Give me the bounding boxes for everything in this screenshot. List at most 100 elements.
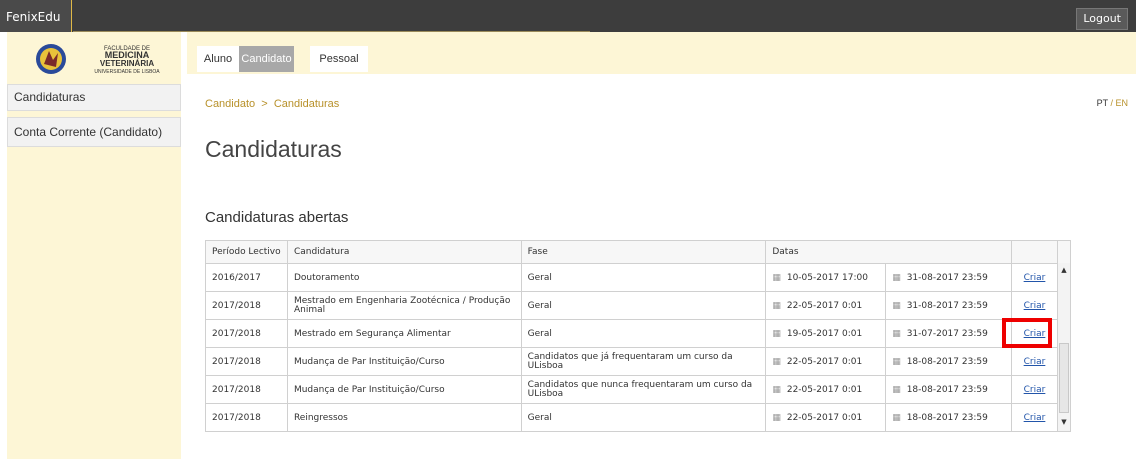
calendar-icon: ▦	[772, 384, 781, 395]
cell-period: 2016/2017	[205, 263, 288, 292]
cell-period-text: 2017/2018	[212, 356, 261, 367]
top-bar: FenixEdu Logout	[0, 0, 1136, 32]
cell-candidatura: Mudança de Par Instituição/Curso	[286, 347, 522, 376]
highlight-box	[1002, 318, 1052, 348]
cell-period: 2017/2018	[205, 347, 288, 376]
calendar-icon: ▦	[892, 300, 901, 311]
cell-candidatura-text: Mudança de Par Instituição/Curso	[293, 384, 445, 395]
lang-pt[interactable]: PT	[1097, 98, 1108, 108]
breadcrumb-current[interactable]: Candidaturas	[274, 98, 339, 110]
cell-period-text: 2017/2018	[212, 384, 261, 395]
cell-date-start: ▦ 10-05-2017 17:00	[765, 263, 887, 292]
lang-separator: /	[1110, 98, 1113, 108]
cell-fase: Geral	[520, 291, 767, 320]
breadcrumb-parent[interactable]: Candidato	[205, 98, 255, 110]
cell-candidatura-text: Doutoramento	[293, 272, 360, 283]
scroll-down-icon[interactable]: ▼	[1059, 418, 1069, 428]
date-end: 18-08-2017 23:59	[906, 412, 988, 423]
cell-date-start: ▦ 22-05-2017 0:01	[765, 347, 887, 376]
sidebar-item-candidaturas[interactable]: Candidaturas	[7, 84, 181, 111]
tab-aluno[interactable]: Aluno	[197, 46, 239, 72]
faculty-logo: FACULDADE DE MEDICINA VETERINÁRIA UNIVER…	[36, 44, 160, 75]
brand-link[interactable]: FenixEdu	[0, 0, 72, 32]
table-row: 2016/2017 Doutoramento Geral ▦ 10-05-2017 17…	[205, 263, 1072, 292]
calendar-icon: ▦	[892, 356, 901, 367]
sidebar-item-conta-corrente[interactable]: Conta Corrente (Candidato)	[7, 117, 181, 147]
breadcrumb-separator: >	[261, 98, 268, 110]
cell-period-text: 2017/2018	[212, 412, 261, 423]
table-row: 2017/2018 Mudança de Par Instituição/Curs…	[205, 347, 1072, 376]
calendar-icon: ▦	[892, 272, 901, 283]
cell-period-text: 2016/2017	[212, 272, 261, 283]
calendar-icon: ▦	[772, 300, 781, 311]
date-start: 19-05-2017 0:01	[786, 328, 863, 339]
logout-button[interactable]: Logout	[1076, 8, 1128, 30]
cell-candidatura-text: Reingressos	[293, 412, 348, 423]
cell-candidatura: Mestrado em Engenharia Zootécnica / Prod…	[286, 291, 522, 320]
date-start: 22-05-2017 0:01	[786, 300, 863, 311]
cell-candidatura: Reingressos	[286, 403, 522, 432]
cell-period-text: 2017/2018	[212, 300, 261, 311]
table-header: Período Lectivo Candidatura Fase Datas	[205, 240, 1072, 264]
cell-date-end: ▦ 31-07-2017 23:59	[885, 319, 1013, 348]
tab-pessoal[interactable]: Pessoal	[310, 46, 368, 72]
header-datas: Datas	[765, 240, 1013, 264]
cell-fase-text: Candidatos que já frequentaram um curso …	[527, 351, 733, 371]
cell-period: 2017/2018	[205, 403, 288, 432]
calendar-icon: ▦	[892, 328, 901, 339]
calendar-icon: ▦	[772, 328, 781, 339]
cell-fase-text: Geral	[527, 300, 552, 311]
date-end: 18-08-2017 23:59	[906, 356, 988, 367]
cell-date-start: ▦ 22-05-2017 0:01	[765, 403, 887, 432]
cell-period: 2017/2018	[205, 291, 288, 320]
calendar-icon: ▦	[892, 412, 901, 423]
criar-link[interactable]: Criar	[1024, 273, 1046, 283]
cell-date-end: ▦ 31-08-2017 23:59	[885, 291, 1013, 320]
section-title: Candidaturas abertas	[205, 209, 349, 226]
cell-action: Criar	[1011, 263, 1058, 292]
cell-date-end: ▦ 31-08-2017 23:59	[885, 263, 1013, 292]
date-end: 31-07-2017 23:59	[906, 328, 988, 339]
cell-fase: Candidatos que já frequentaram um curso …	[520, 347, 767, 376]
cell-fase: Candidatos que nunca frequentaram um cur…	[520, 375, 767, 404]
criar-link[interactable]: Criar	[1024, 357, 1046, 367]
logo-line-3: VETERINÁRIA	[100, 59, 154, 68]
cell-action: Criar	[1011, 291, 1058, 320]
cell-candidatura-text: Mudança de Par Instituição/Curso	[293, 356, 445, 367]
criar-link[interactable]: Criar	[1024, 385, 1046, 395]
cell-period-text: 2017/2018	[212, 328, 261, 339]
lang-en[interactable]: EN	[1115, 98, 1128, 108]
date-end: 31-08-2017 23:59	[906, 300, 988, 311]
cell-action: Criar	[1011, 403, 1058, 432]
cell-action: Criar	[1011, 375, 1058, 404]
top-tabs: Aluno Candidato Pessoal	[187, 32, 1136, 74]
criar-link[interactable]: Criar	[1024, 301, 1046, 311]
table-row: 2017/2018 Mudança de Par Instituição/Curs…	[205, 375, 1072, 404]
cell-fase: Geral	[520, 263, 767, 292]
cell-fase-text: Geral	[527, 412, 552, 423]
cell-action: Criar	[1011, 347, 1058, 376]
header-fase: Fase	[520, 240, 767, 264]
date-end: 18-08-2017 23:59	[906, 384, 988, 395]
date-start: 10-05-2017 17:00	[786, 272, 868, 283]
cell-fase-text: Candidatos que nunca frequentaram um cur…	[527, 379, 753, 399]
table-scrollbar-thumb[interactable]	[1059, 343, 1069, 413]
cell-candidatura-text: Mestrado em Engenharia Zootécnica / Prod…	[293, 295, 511, 315]
table-row: 2017/2018 Mestrado em Engenharia Zootécni…	[205, 291, 1072, 320]
page-title: Candidaturas	[205, 136, 342, 162]
cell-date-start: ▦ 22-05-2017 0:01	[765, 375, 887, 404]
scroll-up-icon[interactable]: ▲	[1059, 266, 1069, 276]
header-candidatura: Candidatura	[286, 240, 522, 264]
date-end: 31-08-2017 23:59	[906, 272, 988, 283]
calendar-icon: ▦	[772, 272, 781, 283]
cell-date-end: ▦ 18-08-2017 23:59	[885, 347, 1013, 376]
cell-date-start: ▦ 22-05-2017 0:01	[765, 291, 887, 320]
date-start: 22-05-2017 0:01	[786, 384, 863, 395]
logo-line-4: UNIVERSIDADE DE LISBOA	[94, 69, 160, 75]
table-row: 2017/2018 Mestrado em Segurança Alimentar…	[205, 319, 1072, 348]
cell-date-start: ▦ 19-05-2017 0:01	[765, 319, 887, 348]
cell-candidatura: Doutoramento	[286, 263, 522, 292]
tab-candidato[interactable]: Candidato	[239, 46, 294, 72]
criar-link[interactable]: Criar	[1024, 413, 1046, 423]
header-actions	[1011, 240, 1058, 264]
